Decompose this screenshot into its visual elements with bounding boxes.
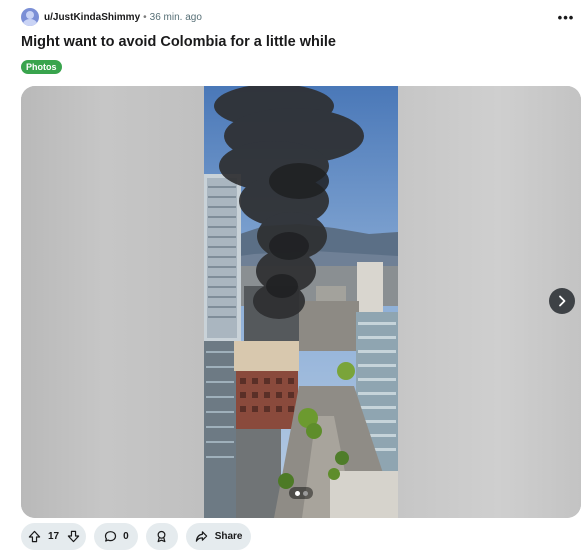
comment-icon	[103, 530, 117, 544]
flair-badge[interactable]: Photos	[21, 60, 62, 74]
vote-controls: 17	[21, 523, 87, 550]
chevron-right-icon	[559, 295, 566, 307]
award-button[interactable]	[145, 523, 178, 550]
author-link[interactable]: u/JustKindaShimmy	[44, 12, 140, 23]
post-timestamp: 36 min. ago	[149, 11, 202, 23]
share-button[interactable]: Share	[185, 523, 252, 550]
upvote-icon[interactable]	[27, 530, 41, 544]
blurred-backdrop-left	[21, 86, 204, 518]
share-label: Share	[214, 531, 243, 542]
award-icon	[155, 530, 169, 544]
media-gallery[interactable]	[21, 86, 581, 518]
more-options-icon: •••	[557, 9, 575, 25]
city-smoke-photo	[204, 86, 398, 518]
downvote-icon[interactable]	[66, 530, 80, 544]
share-icon	[195, 530, 209, 544]
comments-button[interactable]: 0	[94, 523, 138, 550]
meta-separator: •	[143, 11, 147, 23]
gallery-photo[interactable]	[204, 86, 398, 518]
post-header: u/JustKindaShimmy • 36 min. ago •••	[21, 7, 578, 27]
comment-count: 0	[123, 531, 129, 542]
user-avatar[interactable]	[21, 8, 39, 26]
post-title[interactable]: Might want to avoid Colombia for a littl…	[21, 34, 336, 50]
slide-dot-active[interactable]	[294, 490, 300, 496]
post-card: u/JustKindaShimmy • 36 min. ago ••• Migh…	[0, 0, 584, 560]
slide-indicator	[289, 487, 313, 499]
slide-dot[interactable]	[302, 490, 308, 496]
next-slide-button[interactable]	[549, 288, 575, 314]
action-bar: 17 0 Share	[21, 523, 252, 550]
vote-count: 17	[48, 531, 60, 542]
more-options-button[interactable]: •••	[554, 7, 578, 27]
